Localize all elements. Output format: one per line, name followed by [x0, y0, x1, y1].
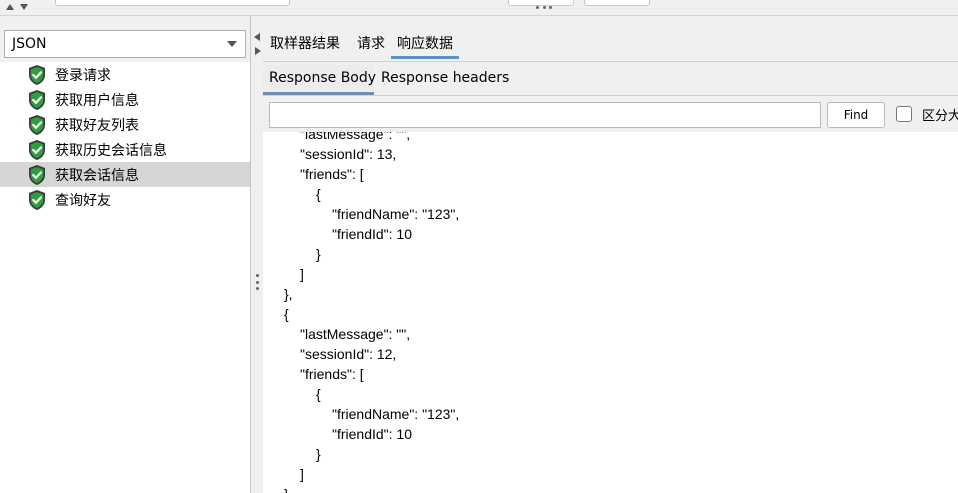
- shield-check-icon: [26, 114, 48, 136]
- code-line: "friendName": "123",: [332, 406, 460, 422]
- collapse-left-icon[interactable]: [254, 33, 260, 41]
- chevron-down-icon[interactable]: [227, 41, 237, 47]
- tree-item-label: 获取历史会话信息: [55, 143, 167, 159]
- code-line: "friendId": 10: [332, 426, 412, 442]
- tree-item[interactable]: 获取用户信息: [0, 87, 250, 112]
- renderer-select-value: JSON: [12, 36, 47, 52]
- toolbar-field-stub[interactable]: [55, 0, 290, 6]
- shield-check-icon: [26, 89, 48, 111]
- top-toolbar: [0, 0, 958, 15]
- code-line: },: [284, 286, 293, 302]
- result-tabs: 取样器结果 请求 响应数据: [263, 16, 958, 61]
- horizontal-splitter-grip-icon[interactable]: [536, 4, 552, 10]
- tab-response-data[interactable]: 响应数据: [391, 33, 459, 59]
- code-line: }: [316, 446, 321, 462]
- results-tree-panel: JSON 登录请求获取用户信息 获取好友列表获取历史会话信息 获取会话信息 查询好友: [0, 16, 251, 493]
- case-sensitive-label: 区分大: [922, 109, 958, 124]
- collapse-arrows[interactable]: [6, 1, 34, 13]
- renderer-header: JSON: [0, 16, 250, 62]
- tab-sampler-result[interactable]: 取样器结果: [270, 33, 340, 53]
- search-input[interactable]: [269, 102, 821, 128]
- sampler-tree: 登录请求获取用户信息 获取好友列表获取历史会话信息 获取会话信息 查询好友: [0, 62, 250, 212]
- tree-item[interactable]: 获取好友列表: [0, 112, 250, 137]
- code-line: {: [284, 306, 289, 322]
- tree-item-label: 获取会话信息: [55, 168, 139, 184]
- response-body-viewer[interactable]: "lastMessage": "", "sessionId": 13, "frien…: [263, 132, 958, 493]
- result-detail-panel: 取样器结果 请求 响应数据 Response Body Response hea…: [263, 16, 958, 493]
- code-line: ]: [300, 466, 304, 482]
- code-line: {: [316, 386, 321, 402]
- arrow-up-icon[interactable]: [6, 4, 14, 10]
- code-line: "sessionId": 12,: [300, 346, 397, 362]
- tab-request[interactable]: 请求: [357, 33, 385, 53]
- code-line: {: [316, 186, 321, 202]
- response-tabs: Response Body Response headers: [263, 62, 958, 95]
- shield-check-icon: [26, 139, 48, 161]
- tree-item[interactable]: 登录请求: [0, 62, 250, 87]
- tree-item[interactable]: 查询好友: [0, 187, 250, 212]
- tab-response-headers[interactable]: Response headers: [381, 70, 509, 86]
- code-line: "lastMessage": "",: [300, 132, 411, 142]
- code-line: "friendId": 10: [332, 226, 412, 242]
- code-line: "friends": [: [300, 166, 364, 182]
- code-line: "lastMessage": "",: [300, 326, 411, 342]
- case-sensitive-checkbox[interactable]: [896, 106, 912, 122]
- toolbar-button-stub[interactable]: [584, 0, 650, 6]
- shield-check-icon: [26, 164, 48, 186]
- shield-check-icon: [26, 189, 48, 211]
- search-bar: Find 区分大: [263, 96, 958, 132]
- code-line: "friends": [: [300, 366, 364, 382]
- tree-item-label: 获取用户信息: [55, 93, 139, 109]
- tree-item[interactable]: 获取会话信息: [0, 162, 250, 187]
- vertical-splitter-grip-icon[interactable]: [255, 274, 259, 290]
- code-line: ]: [300, 266, 304, 282]
- code-line: "friendName": "123",: [332, 206, 460, 222]
- tree-item-label: 查询好友: [55, 193, 111, 209]
- tab-response-body[interactable]: Response Body: [269, 70, 376, 86]
- tree-item-label: 登录请求: [55, 68, 111, 84]
- tree-item[interactable]: 获取历史会话信息: [0, 137, 250, 162]
- code-line: }: [284, 486, 289, 493]
- code-line: }: [316, 246, 321, 262]
- find-button[interactable]: Find: [827, 102, 885, 128]
- renderer-select[interactable]: JSON: [4, 30, 246, 58]
- tree-item-label: 获取好友列表: [55, 118, 139, 134]
- shield-check-icon: [26, 64, 48, 86]
- vertical-splitter[interactable]: [251, 16, 263, 493]
- code-line: "sessionId": 13,: [300, 146, 397, 162]
- arrow-down-icon[interactable]: [20, 4, 28, 10]
- expand-right-icon[interactable]: [255, 47, 261, 55]
